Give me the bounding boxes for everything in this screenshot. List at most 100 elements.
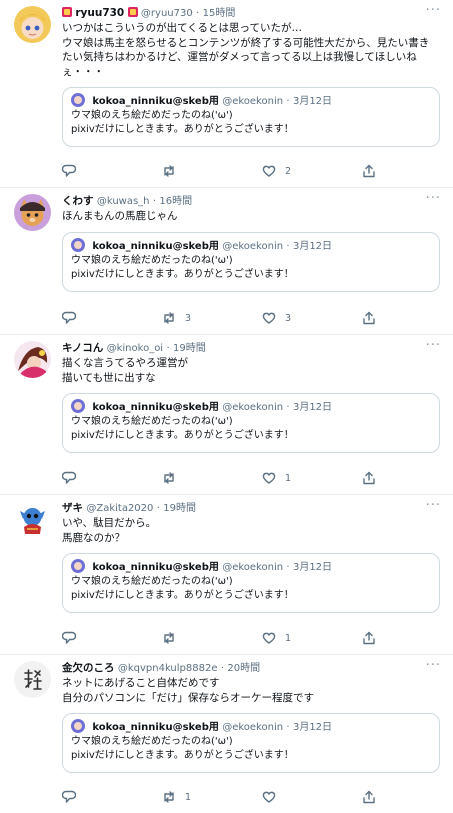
like-button[interactable]: 1 [262,630,362,646]
like-button[interactable]: 3 [262,310,362,326]
share-button[interactable] [362,789,382,805]
retweet-icon [164,165,174,177]
more-options-icon[interactable]: ··· [426,338,441,353]
share-icon [363,790,375,804]
quoted-date: 3月12日 [292,402,333,413]
reply-button[interactable] [62,630,162,646]
more-options-icon[interactable]: ··· [426,498,441,513]
tweet-header: くわす @kuwas_h · 16時間 [62,194,443,208]
separator-dot: · [286,722,290,733]
timestamp[interactable]: 19時間 [173,343,206,354]
quoted-display-name: kokoa_ninniku@skeb用 [92,240,219,252]
display-name[interactable]: ryuu730 [75,7,124,19]
share-button[interactable] [362,630,382,646]
heart-icon [262,791,276,803]
quoted-user-handle: @ekoekonin [222,402,284,413]
tweet-text: ほんまもんの馬鹿じゃん [62,210,178,222]
display-name[interactable]: 金欠のころ [62,662,115,674]
quoted-avatar [71,399,85,413]
timestamp[interactable]: 16時間 [159,196,192,207]
more-options-icon[interactable]: ··· [426,3,441,18]
heart-icon [262,312,276,324]
reply-icon [62,471,76,484]
tweet-header: キノコん @kinoko_oi · 19時間 [62,341,443,355]
quoted-tweet[interactable]: kokoa_ninniku@skeb用 @ekoekonin · 3月12日 ウ… [62,87,440,147]
display-name[interactable]: くわす [62,195,94,207]
user-handle[interactable]: @Zakita2020 [86,503,153,514]
separator-dot: · [286,562,290,573]
tweet[interactable]: ··· キノコん @kinoko_oi · 19時間 描くな言うてるやろ運営が … [0,335,453,495]
avatar[interactable] [14,661,51,698]
share-icon [363,164,375,178]
quoted-avatar [71,719,85,733]
timestamp[interactable]: 15時間 [203,8,236,19]
user-handle[interactable]: @kqvpn4kulp8882e [118,663,218,674]
separator-dot: · [152,196,157,207]
tweet-text: いつかはこういうのが出てくるとは思っていたが… ウマ娘は馬主を怒らせるとコンテン… [62,22,430,78]
quoted-date: 3月12日 [292,722,333,733]
quoted-avatar [71,559,85,573]
display-name[interactable]: ザキ [62,502,83,514]
retweet-icon [164,791,174,803]
quoted-tweet-header: kokoa_ninniku@skeb用 @ekoekonin · 3月12日 [71,399,431,415]
separator-dot: · [196,8,200,19]
quoted-tweet[interactable]: kokoa_ninniku@skeb用 @ekoekonin · 3月12日 ウ… [62,713,440,773]
timestamp[interactable]: 20時間 [227,663,260,674]
tweet-actions: 1 [62,789,382,805]
share-icon [363,311,375,325]
retweet-button[interactable] [162,470,262,486]
quoted-tweet-text: ウマ娘のえち絵だめだったのね('ω') pixivだけにしときます。ありがとうご… [71,416,294,441]
quoted-tweet[interactable]: kokoa_ninniku@skeb用 @ekoekonin · 3月12日 ウ… [62,393,440,453]
like-count: 1 [285,632,292,644]
share-button[interactable] [362,310,382,326]
avatar[interactable] [14,194,51,231]
retweet-count: 3 [185,312,192,324]
user-handle[interactable]: @kuwas_h [97,196,150,207]
reply-button[interactable] [62,163,162,179]
quoted-tweet-header: kokoa_ninniku@skeb用 @ekoekonin · 3月12日 [71,237,431,254]
quoted-display-name: kokoa_ninniku@skeb用 [92,402,219,413]
quoted-user-handle: @ekoekonin [222,562,284,573]
quoted-tweet-text: ウマ娘のえち絵だめだったのね('ω') pixivだけにしときます。ありがとうご… [71,736,294,761]
quoted-tweet[interactable]: kokoa_ninniku@skeb用 @ekoekonin · 3月12日 ウ… [62,553,440,613]
reply-icon [62,790,76,803]
tweet[interactable]: ··· くわす @kuwas_h · 16時間 ほんまもんの馬鹿じゃん koko… [0,188,453,335]
timestamp[interactable]: 19時間 [163,503,196,514]
more-options-icon[interactable]: ··· [426,191,441,206]
retweet-button[interactable] [162,630,262,646]
separator-dot: · [220,663,225,674]
like-button[interactable]: 2 [262,163,362,179]
reply-icon [62,311,76,324]
retweet-icon [164,632,174,644]
separator-dot: · [286,402,290,413]
like-button[interactable] [262,789,362,805]
quoted-avatar [71,237,85,252]
retweet-button[interactable]: 3 [162,310,262,326]
tweet[interactable]: ··· ryuu730 @ryuu730 · 15時間 いつかはこういうのが出て… [0,0,453,188]
tweet-header: 金欠のころ @kqvpn4kulp8882e · 20時間 [62,661,443,675]
share-icon [363,471,375,485]
tweet[interactable]: ··· ザキ @Zakita2020 · 19時間 いや、駄目だから。 馬鹿なの… [0,495,453,655]
like-button[interactable]: 1 [262,470,362,486]
user-handle[interactable]: @kinoko_oi [107,343,163,354]
tweet[interactable]: ··· 金欠のころ @kqvpn4kulp8882e · 20時間 ネットにあげ… [0,655,453,813]
retweet-button[interactable]: 1 [162,789,262,805]
display-name[interactable]: キノコん [62,342,103,354]
tweet-header: ザキ @Zakita2020 · 19時間 [62,501,443,515]
retweet-button[interactable] [162,163,262,179]
share-button[interactable] [362,163,382,179]
avatar[interactable] [14,6,51,43]
tweet-text: ネットにあげること自体だめです 自分のパソコンに「だけ」保存ならオーケー程度です [62,677,314,704]
reply-button[interactable] [62,789,162,805]
timeline-feed: ··· ryuu730 @ryuu730 · 15時間 いつかはこういうのが出て… [0,0,453,813]
avatar[interactable] [14,501,51,538]
quoted-tweet[interactable]: kokoa_ninniku@skeb用 @ekoekonin · 3月12日 ウ… [62,231,440,292]
avatar[interactable] [14,341,51,378]
share-button[interactable] [362,470,382,486]
quoted-tweet-text: ウマ娘のえち絵だめだったのね('ω') pixivだけにしときます。ありがとうご… [71,576,294,601]
more-options-icon[interactable]: ··· [426,658,441,673]
reply-button[interactable] [62,470,162,486]
reply-button[interactable] [62,310,162,326]
user-handle[interactable]: @ryuu730 [141,8,193,19]
heart-icon [262,632,276,644]
